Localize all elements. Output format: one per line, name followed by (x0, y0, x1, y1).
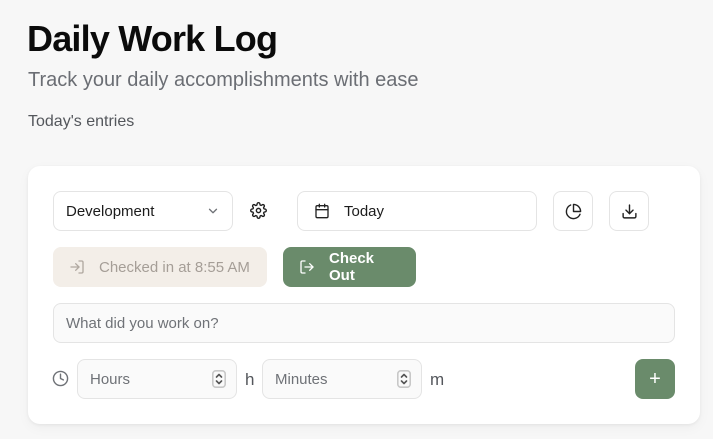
check-out-label: Check Out (329, 250, 375, 284)
section-label: Today's entries (28, 113, 135, 130)
page-title: Daily Work Log (27, 18, 278, 59)
checked-in-status: Checked in at 8:55 AM (53, 247, 267, 287)
work-log-card: Development Today Checked in at 8:55 AM … (28, 166, 700, 424)
category-select-value: Development (66, 202, 155, 220)
plus-icon: + (649, 367, 661, 390)
hours-placeholder: Hours (90, 370, 131, 388)
page-subtitle: Track your daily accomplishments with ea… (28, 69, 419, 91)
hours-unit: h (245, 370, 255, 389)
category-select[interactable]: Development (53, 191, 233, 231)
download-button[interactable] (609, 191, 649, 231)
hours-input[interactable]: Hours (77, 359, 237, 399)
stats-button[interactable] (553, 191, 593, 231)
add-entry-button[interactable]: + (635, 359, 675, 399)
date-picker-button[interactable]: Today (297, 191, 537, 231)
minutes-unit: m (430, 370, 445, 389)
logout-icon (299, 259, 315, 275)
clock-icon (52, 370, 70, 388)
calendar-icon (314, 203, 330, 219)
checked-in-text: Checked in at 8:55 AM (99, 258, 250, 276)
minutes-placeholder: Minutes (275, 370, 328, 388)
date-value: Today (344, 202, 385, 220)
chevron-up-down-icon[interactable] (397, 370, 411, 388)
check-out-button[interactable]: Check Out (283, 247, 416, 287)
gear-icon[interactable] (248, 200, 268, 220)
daily-work-log-page: Daily Work Log Track your daily accompli… (0, 0, 713, 439)
pie-chart-icon (565, 203, 582, 220)
minutes-input[interactable]: Minutes (262, 359, 422, 399)
login-icon (69, 259, 85, 275)
chevron-up-down-icon[interactable] (212, 370, 226, 388)
chevron-down-icon (206, 204, 220, 218)
work-description-input[interactable] (53, 303, 675, 343)
download-icon (621, 203, 638, 220)
